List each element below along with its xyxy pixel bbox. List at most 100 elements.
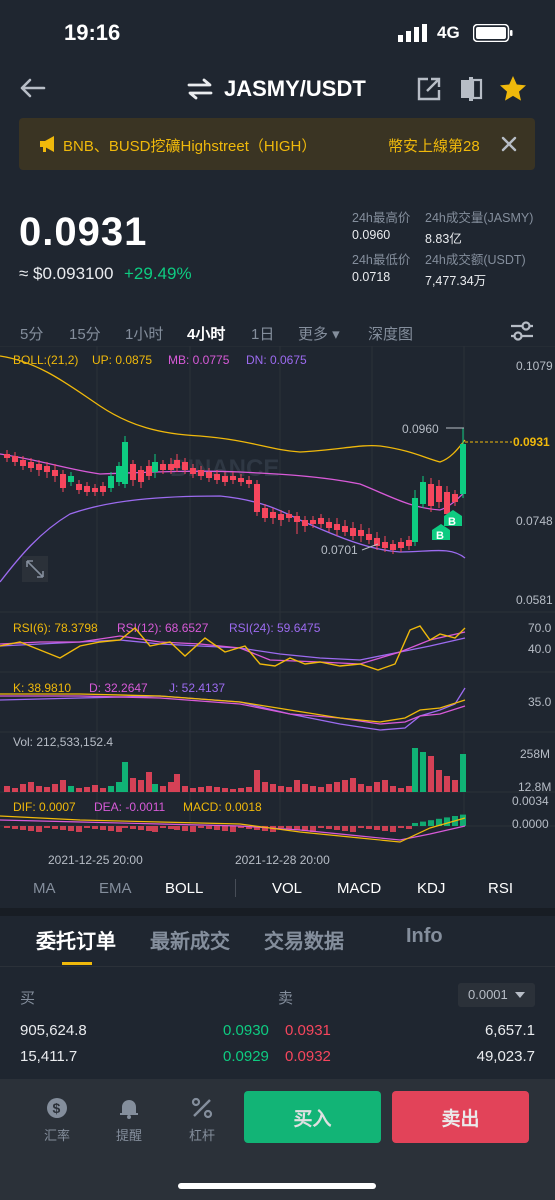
candle-body (138, 470, 144, 482)
buy-price[interactable]: 0.0929 (223, 1048, 269, 1065)
volume-bar (138, 780, 144, 792)
price-tick-top: 0.1079 (516, 359, 553, 373)
indicator-divider (235, 879, 236, 897)
status-time: 19:16 (64, 20, 121, 45)
ind-ema[interactable]: EMA (99, 880, 132, 897)
volume-bar (116, 782, 122, 792)
macd-tick-zero: 0.0000 (512, 817, 549, 831)
macd-bar (76, 826, 82, 832)
volume-bar (214, 787, 220, 792)
sell-price[interactable]: 0.0932 (285, 1048, 331, 1065)
candle-body (198, 470, 204, 476)
macd-bar (444, 817, 450, 826)
tab-info[interactable]: Info (406, 925, 443, 948)
tab-trade-data[interactable]: 交易数据 (264, 925, 344, 954)
tab-trades[interactable]: 最新成交 (150, 925, 230, 954)
candle-body (182, 462, 188, 470)
buy-header: 买 (20, 990, 36, 1007)
candle-body (190, 468, 196, 474)
tab-1d[interactable]: 1日 (251, 323, 274, 344)
volume-bar (270, 784, 276, 792)
sell-button[interactable]: 卖出 (392, 1091, 529, 1143)
volume-bar (174, 774, 180, 792)
volume-bar (198, 787, 204, 792)
volume-bar (286, 787, 292, 792)
chart-settings-icon[interactable] (509, 320, 535, 342)
kline-chart[interactable]: BINANCE 0.0960 0.0701 B B BOLL:(21,2) UP… (0, 346, 555, 850)
candle-body (122, 442, 128, 484)
ind-vol[interactable]: VOL (272, 880, 302, 897)
tab-4h[interactable]: 4小时 (187, 323, 225, 344)
volume-bar (350, 778, 356, 792)
volume-bar (84, 787, 90, 792)
rsi6-label: RSI(6): 78.3798 (13, 621, 98, 635)
ind-boll[interactable]: BOLL (165, 880, 203, 897)
close-icon[interactable] (498, 133, 520, 155)
share-icon[interactable] (416, 76, 442, 102)
candle-body (160, 464, 166, 470)
macd-bar (52, 826, 58, 829)
volume-bar (428, 756, 434, 792)
layout-icon[interactable] (458, 76, 484, 102)
tab-depth[interactable]: 深度图 (368, 323, 413, 344)
candle-body (222, 476, 228, 482)
boll-dn-value: DN: 0.0675 (246, 353, 307, 367)
bell-icon (120, 1100, 138, 1119)
last-price: 0.0931 (19, 210, 148, 254)
volume-bar (92, 785, 98, 792)
leverage-icon (191, 1097, 213, 1119)
ind-rsi[interactable]: RSI (488, 880, 513, 897)
candle-body (436, 486, 442, 502)
boll-mb-value: MB: 0.0775 (168, 353, 230, 367)
macd-bar (350, 826, 356, 832)
volume-bar (20, 784, 26, 792)
candle-body (358, 530, 364, 536)
macd-bar (160, 826, 166, 828)
volume-bar (366, 786, 372, 792)
macd-bar (152, 826, 158, 832)
tab-more[interactable]: 更多 ▾ (298, 323, 340, 344)
candle-body (444, 492, 450, 514)
ind-kdj[interactable]: KDJ (417, 880, 445, 897)
buy-button[interactable]: 买入 (244, 1091, 381, 1143)
volume-bar (122, 762, 128, 792)
buy-price[interactable]: 0.0930 (223, 1022, 269, 1039)
sell-price[interactable]: 0.0931 (285, 1022, 331, 1039)
date-label-left: 2021-12-25 20:00 (48, 853, 143, 867)
macd-bar (20, 826, 26, 830)
favorite-star-icon[interactable] (498, 74, 528, 104)
ind-ma[interactable]: MA (33, 880, 56, 897)
macd-bar (174, 826, 180, 830)
rsi-tick-40: 40.0 (528, 642, 552, 656)
volume-bar (318, 787, 324, 792)
macd-value-label: MACD: 0.0018 (183, 800, 262, 814)
candle-body (230, 476, 236, 480)
volume-bar (342, 780, 348, 792)
alert-button[interactable]: 提醒 (104, 1096, 154, 1144)
macd-bar (390, 826, 396, 832)
volume-bar (358, 784, 364, 792)
tab-5m[interactable]: 5分 (20, 323, 43, 344)
tab-1h[interactable]: 1小时 (125, 323, 163, 344)
pair-selector[interactable]: JASMY/USDT (186, 76, 366, 102)
macd-bar (168, 826, 174, 829)
rate-button[interactable]: $ 汇率 (32, 1096, 82, 1144)
macd-bar (182, 826, 188, 831)
leverage-button[interactable]: 杠杆 (177, 1096, 227, 1144)
candle-body (92, 488, 98, 492)
candle-body (4, 454, 10, 458)
macd-bar (412, 823, 418, 826)
candle-body (28, 462, 34, 468)
macd-dif-label: DIF: 0.0007 (13, 800, 76, 814)
swap-icon (187, 78, 213, 100)
candle-body (254, 484, 260, 512)
volume-bar (28, 782, 34, 792)
volume-bar (238, 788, 244, 792)
ind-macd[interactable]: MACD (337, 880, 381, 897)
back-arrow-icon[interactable] (18, 76, 46, 100)
candle-body (406, 540, 412, 546)
candle-body (420, 482, 426, 504)
macd-bar (36, 826, 42, 832)
tab-15m[interactable]: 15分 (69, 323, 101, 344)
tab-orderbook[interactable]: 委托订单 (36, 925, 116, 954)
